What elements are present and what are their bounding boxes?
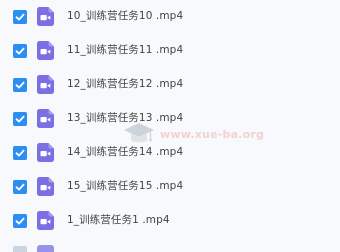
video-file-icon (37, 143, 54, 162)
video-file-icon (37, 177, 54, 196)
file-name: 12_训练营任务12 .mp4 (67, 78, 184, 90)
checkbox[interactable] (13, 214, 27, 228)
checkmark-icon (15, 183, 25, 191)
checkmark-icon (15, 217, 25, 225)
file-row[interactable]: 13_训练营任务13 .mp4 (0, 102, 340, 136)
checkmark-icon (15, 115, 25, 123)
video-file-icon (37, 41, 54, 60)
file-row[interactable]: 10_训练营任务10 .mp4 (0, 0, 340, 34)
partial-video-file-icon (37, 245, 54, 252)
video-file-icon (37, 109, 54, 128)
checkmark-icon (15, 81, 25, 89)
checkbox[interactable] (13, 44, 27, 58)
file-row[interactable]: 14_训练营任务14 .mp4 (0, 136, 340, 170)
checkbox[interactable] (13, 112, 27, 126)
checkbox[interactable] (13, 10, 27, 24)
checkmark-icon (15, 149, 25, 157)
video-file-icon (37, 7, 54, 26)
file-row[interactable]: 11_训练营任务11 .mp4 (0, 34, 340, 68)
file-name: 13_训练营任务13 .mp4 (67, 112, 184, 124)
file-row[interactable]: 12_训练营任务12 .mp4 (0, 68, 340, 102)
checkmark-icon (15, 47, 25, 55)
checkbox[interactable] (13, 180, 27, 194)
file-row[interactable]: 1_训练营任务1 .mp4 (0, 204, 340, 238)
file-name: 10_训练营任务10 .mp4 (67, 10, 184, 22)
checkmark-icon (15, 13, 25, 21)
checkbox[interactable] (13, 78, 27, 92)
file-name: 11_训练营任务11 .mp4 (67, 44, 184, 56)
partial-checkbox[interactable] (13, 246, 27, 252)
file-name: 15_训练营任务15 .mp4 (67, 180, 184, 192)
file-list: 10_训练营任务10 .mp4 11_训练营任务11 .mp4 12_训练营任务… (0, 0, 340, 252)
video-file-icon (37, 75, 54, 94)
file-name: 14_训练营任务14 .mp4 (67, 146, 184, 158)
video-file-icon (37, 211, 54, 230)
file-name: 1_训练营任务1 .mp4 (67, 214, 170, 226)
checkbox[interactable] (13, 146, 27, 160)
file-row[interactable]: 15_训练营任务15 .mp4 (0, 170, 340, 204)
